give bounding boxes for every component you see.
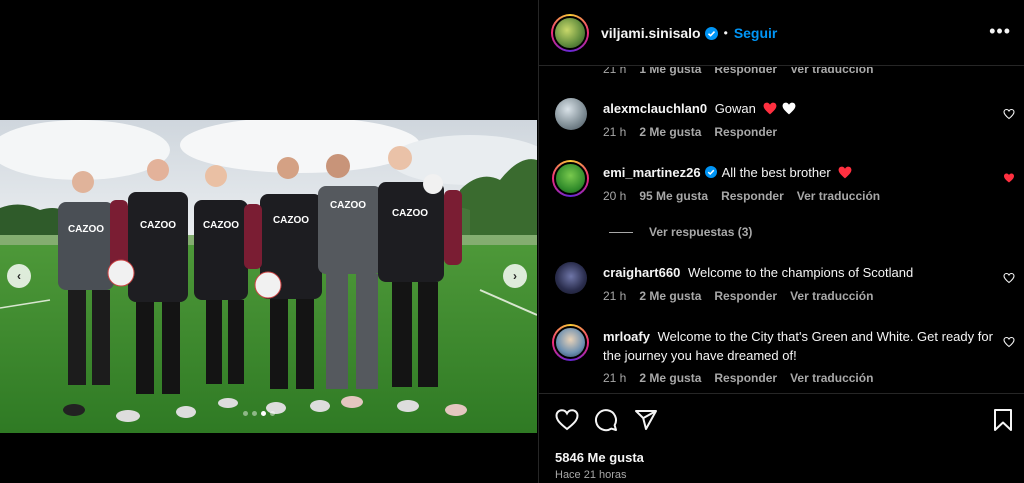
header-separator: •: [723, 25, 728, 40]
comment-text: Welcome to the City that's Green and Whi…: [603, 329, 993, 363]
comment-likes[interactable]: 2 Me gusta: [639, 371, 701, 385]
comment-likes[interactable]: 95 Me gusta: [639, 189, 708, 203]
comment-body: craighart660 Welcome to the champions of…: [603, 263, 993, 282]
comment-meta: 21 h 2 Me gusta Responder Ver traducción: [603, 371, 873, 385]
comment-text: Welcome to the champions of Scotland: [687, 265, 914, 280]
author-avatar[interactable]: [551, 13, 589, 52]
comment-time: 21 h: [603, 371, 627, 385]
chevron-right-icon: ›: [513, 269, 517, 283]
comment-likes[interactable]: 2 Me gusta: [639, 125, 701, 139]
post-actions: 5846 Me gusta Hace 21 horas: [539, 393, 1024, 483]
commenter-username[interactable]: emi_martinez26: [603, 165, 701, 180]
view-replies-label[interactable]: Ver respuestas (3): [649, 225, 752, 239]
svg-text:CAZOO: CAZOO: [273, 215, 309, 226]
comment-body: emi_martinez26 All the best brother: [603, 163, 993, 182]
author-username-text[interactable]: viljami.sinisalo: [601, 25, 701, 41]
replies-divider: [609, 231, 633, 233]
commenter-avatar[interactable]: [555, 262, 587, 294]
post-timestamp[interactable]: Hace 21 horas: [555, 469, 627, 481]
white-heart-emoji-icon: [782, 102, 796, 115]
comment-reply-button[interactable]: Responder: [714, 67, 777, 76]
comment-meta: 21 h 2 Me gusta Responder Ver traducción: [603, 289, 873, 303]
comment-reply-button[interactable]: Responder: [714, 125, 777, 139]
comment-like-heart-icon[interactable]: [1003, 336, 1015, 348]
comment-reply-button[interactable]: Responder: [714, 371, 777, 385]
svg-text:CAZOO: CAZOO: [68, 224, 104, 235]
post-photo[interactable]: CAZOO CAZOO CAZOO CAZOO CAZOO CAZOO: [0, 120, 537, 433]
verified-badge-icon: [704, 166, 717, 178]
comment-text: Gowan: [714, 101, 756, 116]
comment-reply-button[interactable]: Responder: [714, 289, 777, 303]
more-options-icon[interactable]: •••: [989, 22, 1011, 40]
commenter-avatar[interactable]: [552, 324, 589, 361]
red-heart-emoji-icon: [763, 102, 776, 115]
svg-text:CAZOO: CAZOO: [330, 200, 366, 211]
view-replies-button[interactable]: Ver respuestas (3): [609, 225, 752, 239]
carousel-dot: [243, 411, 248, 416]
save-bookmark-icon[interactable]: [991, 408, 1015, 432]
post-side-panel: viljami.sinisalo • Seguir ••• 21 h 1 Me …: [538, 0, 1024, 483]
comment-like-heart-icon[interactable]: [1003, 272, 1015, 284]
comment-body: alexmclauchlan0 Gowan: [603, 99, 993, 118]
comment-translate-button[interactable]: Ver traducción: [790, 67, 873, 76]
comment-reply-button[interactable]: Responder: [721, 189, 784, 203]
commenter-avatar[interactable]: [555, 98, 587, 130]
commenter-username[interactable]: craighart660: [603, 265, 680, 280]
comment-likes[interactable]: 2 Me gusta: [639, 289, 701, 303]
chevron-left-icon: ‹: [17, 269, 21, 283]
comment-time: 21 h: [603, 125, 627, 139]
carousel-dot: [270, 411, 275, 416]
svg-text:CAZOO: CAZOO: [140, 220, 176, 231]
comment-time: 21 h: [603, 67, 627, 76]
commenter-username[interactable]: alexmclauchlan0: [603, 101, 707, 116]
carousel-prev-button[interactable]: ‹: [7, 264, 31, 288]
share-send-icon[interactable]: [634, 408, 658, 432]
author-username[interactable]: viljami.sinisalo: [601, 25, 718, 41]
comment-meta-partial: 21 h 1 Me gusta Responder Ver traducción: [603, 67, 873, 76]
comment-translate-button[interactable]: Ver traducción: [790, 289, 873, 303]
carousel-dot: [252, 411, 257, 416]
carousel-dot-active: [261, 411, 266, 416]
follow-button[interactable]: Seguir: [734, 25, 778, 41]
verified-badge-icon: [704, 26, 718, 40]
comment-like-heart-icon[interactable]: [1003, 108, 1015, 120]
commenter-username[interactable]: mrloafy: [603, 329, 650, 344]
carousel-next-button[interactable]: ›: [503, 264, 527, 288]
comment-liked-heart-icon[interactable]: [1003, 172, 1015, 184]
post-media-area: CAZOO CAZOO CAZOO CAZOO CAZOO CAZOO ‹ ›: [0, 0, 538, 483]
post-header: viljami.sinisalo • Seguir •••: [539, 0, 1024, 66]
svg-text:CAZOO: CAZOO: [203, 220, 239, 231]
comment-meta: 20 h 95 Me gusta Responder Ver traducció…: [603, 189, 880, 203]
carousel-dots: [243, 411, 275, 416]
comments-list[interactable]: 21 h 1 Me gusta Responder Ver traducción…: [539, 67, 1024, 393]
comment-translate-button[interactable]: Ver traducción: [797, 189, 880, 203]
comment-translate-button[interactable]: Ver traducción: [790, 371, 873, 385]
red-heart-emoji-icon: [838, 166, 852, 179]
commenter-avatar[interactable]: [552, 160, 589, 197]
like-heart-icon[interactable]: [555, 408, 579, 432]
comment-likes[interactable]: 1 Me gusta: [639, 67, 701, 76]
comment-text: All the best brother: [721, 165, 831, 180]
comment-bubble-icon[interactable]: [594, 408, 618, 432]
svg-text:CAZOO: CAZOO: [392, 208, 428, 219]
comment-time: 20 h: [603, 189, 627, 203]
comment-time: 21 h: [603, 289, 627, 303]
comment-meta: 21 h 2 Me gusta Responder: [603, 125, 777, 139]
comment-body: mrloafy Welcome to the City that's Green…: [603, 327, 993, 365]
post-likes-count[interactable]: 5846 Me gusta: [555, 450, 644, 465]
